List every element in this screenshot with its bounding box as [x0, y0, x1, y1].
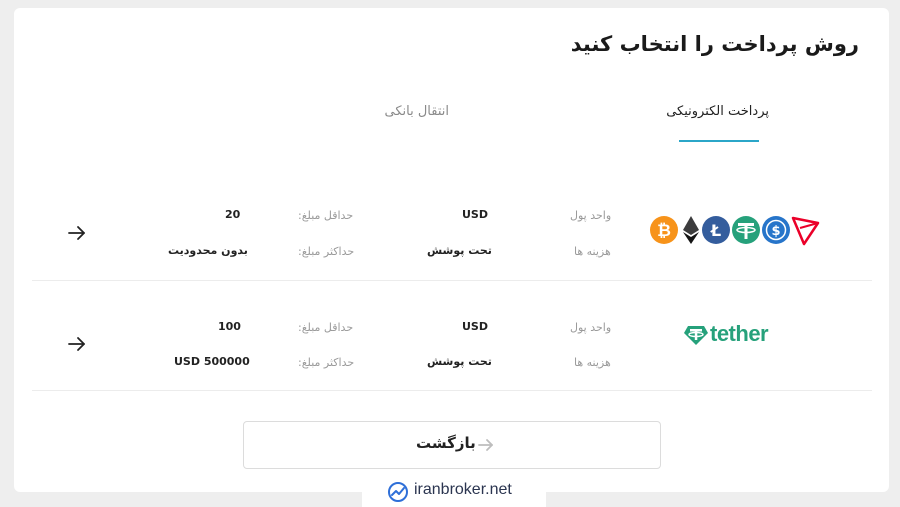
min-amount-value: 100	[218, 320, 241, 333]
min-amount-value: 20	[225, 208, 241, 221]
currency-value: USD	[462, 208, 488, 221]
min-amount-label: حداقل مبلغ:	[298, 209, 354, 222]
back-button[interactable]: بازگشت	[243, 421, 661, 469]
max-amount-label: حداکثر مبلغ:	[298, 245, 355, 258]
min-amount-label: حداقل مبلغ:	[298, 321, 354, 334]
watermark-text: iranbroker.net	[414, 481, 512, 498]
svg-text:$: $	[771, 224, 780, 239]
arrow-right-icon[interactable]	[66, 222, 88, 244]
trend-chart-icon	[388, 482, 408, 502]
usd-coin-icon: $	[762, 216, 790, 244]
crypto-coins-icons: ₿ Ł $	[650, 216, 820, 246]
fee-value: تحت پوشش	[427, 244, 492, 257]
litecoin-icon: Ł	[702, 216, 730, 244]
site-watermark: iranbroker.net	[362, 476, 546, 507]
currency-label: واحد پول	[570, 209, 612, 222]
payment-method-row-tether[interactable]: tether واحد پول USD هزینه ها تحت پوشش حد…	[32, 280, 872, 391]
ethereum-icon	[683, 216, 699, 244]
fee-value: تحت پوشش	[427, 355, 492, 368]
arrow-right-icon[interactable]	[66, 333, 88, 355]
payment-method-row-crypto[interactable]: ₿ Ł $ واحد پول USD هزینه ها تحت پوشش حدا…	[32, 188, 872, 281]
bitcoin-icon: ₿	[650, 216, 678, 244]
back-button-label: بازگشت	[416, 434, 476, 452]
tether-icon	[684, 326, 708, 345]
payment-method-card: روش پرداخت را انتخاب کنید پرداخت الکترون…	[14, 8, 889, 492]
max-amount-value: بدون محدودیت	[168, 244, 248, 257]
fee-label: هزینه ها	[574, 356, 611, 369]
tab-bank-transfer[interactable]: انتقال بانکی	[385, 104, 449, 119]
tether-icon	[732, 216, 760, 244]
fee-label: هزینه ها	[574, 245, 611, 258]
currency-label: واحد پول	[570, 321, 612, 334]
max-amount-label: حداکثر مبلغ:	[298, 356, 355, 369]
arrow-right-icon	[478, 439, 493, 451]
max-amount-value: USD 500000	[174, 355, 250, 368]
page-title: روش پرداخت را انتخاب کنید	[570, 32, 859, 56]
active-tab-indicator	[679, 140, 759, 142]
svg-text:₿: ₿	[657, 221, 671, 241]
tron-icon	[791, 216, 820, 246]
svg-text:Ł: Ł	[710, 221, 721, 240]
tether-logo: tether	[684, 320, 784, 350]
currency-value: USD	[462, 320, 488, 333]
tab-electronic-payment[interactable]: پرداخت الکترونیکی	[666, 104, 769, 119]
